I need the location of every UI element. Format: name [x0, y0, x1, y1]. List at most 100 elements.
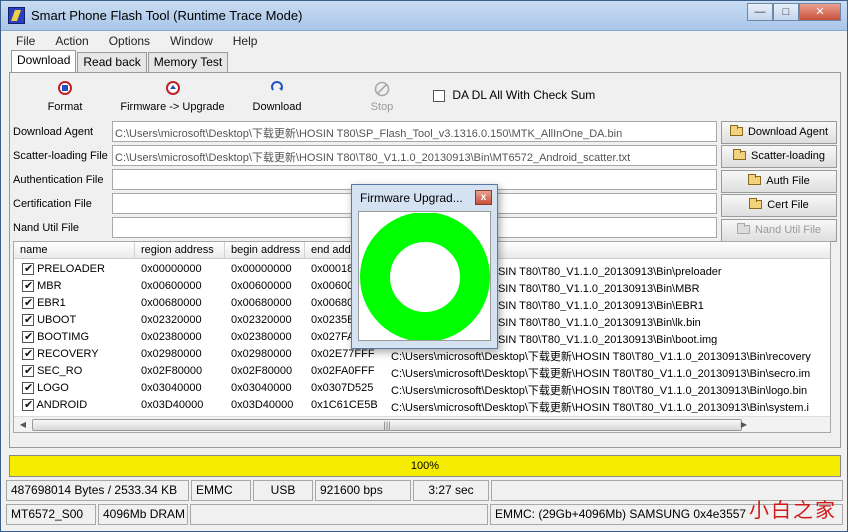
partition-name: UBOOT	[37, 314, 77, 326]
partition-name: ANDROID	[36, 399, 88, 411]
download-agent-button-label: Download Agent	[747, 126, 829, 138]
scroll-right-icon[interactable]: ▶	[736, 418, 752, 432]
partition-name: LOGO	[37, 382, 69, 394]
region-address: 0x02320000	[141, 314, 202, 326]
download-button[interactable]: Download	[248, 81, 306, 113]
table-row[interactable]: LOGO 0x03040000 0x03040000 0x0307D525 C:\Use…	[14, 379, 830, 396]
cert-file-label: Certification File	[13, 198, 92, 210]
col-name[interactable]: name	[14, 242, 135, 259]
scroll-thumb[interactable]: |||	[32, 419, 742, 431]
stop-icon	[362, 81, 402, 97]
stop-button[interactable]: Stop	[362, 81, 402, 113]
tab-read-back[interactable]: Read back	[77, 52, 147, 72]
begin-address: 0x03040000	[231, 382, 292, 394]
file-location: C:\Users\microsoft\Desktop\下载更新\HOSIN T8…	[391, 368, 811, 379]
row-name-cell: EBR1	[18, 294, 135, 311]
begin-address: 0x00680000	[231, 297, 292, 309]
format-button[interactable]: Format	[40, 81, 90, 113]
progress-ring-arc	[360, 213, 490, 340]
status-time: 3:27 sec	[413, 480, 489, 501]
row-checkbox[interactable]	[22, 279, 34, 293]
row-name-cell: UBOOT	[18, 311, 135, 328]
menu-help[interactable]: Help	[219, 32, 264, 50]
region-address: 0x02F80000	[141, 365, 203, 377]
col-region-address[interactable]: region address	[135, 242, 225, 259]
begin-address: 0x00000000	[231, 263, 292, 275]
scatter-loading-button[interactable]: Scatter-loading	[721, 145, 837, 168]
menu-action[interactable]: Action	[41, 32, 94, 50]
row-name-cell: LOGO	[18, 379, 135, 396]
scatter-file-label: Scatter-loading File	[13, 150, 108, 162]
download-agent-button[interactable]: Download Agent	[721, 121, 837, 144]
firmware-upgrade-dialog: Firmware Upgrad... x	[351, 184, 498, 349]
menu-options[interactable]: Options	[95, 32, 156, 50]
checksum-option[interactable]: DA DL All With Check Sum	[433, 88, 595, 102]
row-checkbox[interactable]	[22, 262, 34, 276]
table-row[interactable]: SEC_RO 0x02F80000 0x02F80000 0x02FA0FFF C:\U…	[14, 362, 830, 379]
folder-icon	[733, 149, 746, 160]
region-address: 0x03D40000	[141, 399, 204, 411]
scroll-left-icon[interactable]: ◀	[15, 418, 31, 432]
begin-address: 0x03D40000	[231, 399, 294, 411]
row-name-cell: SEC_RO	[18, 362, 135, 379]
partition-name: PRELOADER	[37, 263, 105, 275]
auth-file-button[interactable]: Auth File	[721, 170, 837, 193]
dialog-close-button[interactable]: x	[475, 190, 492, 205]
download-label: Download	[252, 101, 302, 113]
close-button[interactable]: ✕	[799, 3, 841, 21]
tab-memory-test[interactable]: Memory Test	[147, 52, 229, 72]
watermark: 小白之家	[749, 498, 837, 522]
partition-name: MBR	[37, 280, 62, 292]
checksum-checkbox[interactable]	[433, 89, 445, 102]
status-bar-2: MT6572_S00 4096Mb DRAM EMMC: (29Gb+4096M…	[6, 504, 844, 526]
region-address: 0x00680000	[141, 297, 202, 309]
region-address: 0x02980000	[141, 348, 202, 360]
status-storage: EMMC	[191, 480, 251, 501]
window-controls: — □ ✕	[747, 3, 841, 21]
row-name-cell: RECOVERY	[18, 345, 135, 362]
row-checkbox[interactable]	[22, 364, 34, 378]
minimize-button[interactable]: —	[747, 3, 773, 21]
row-checkbox[interactable]	[22, 313, 34, 327]
tab-download[interactable]: Download	[11, 50, 77, 72]
status-empty-2	[190, 504, 488, 525]
end-address: 0x1C61CE5B	[311, 399, 378, 411]
row-name-cell: ANDROID	[18, 396, 135, 413]
menu-window[interactable]: Window	[156, 32, 219, 50]
row-checkbox[interactable]	[22, 347, 34, 361]
firmware-upgrade-button[interactable]: Firmware -> Upgrade	[115, 81, 230, 113]
maximize-button[interactable]: □	[773, 3, 799, 21]
status-dram: 4096Mb DRAM	[98, 504, 188, 525]
partition-name: SEC_RO	[37, 365, 83, 377]
nand-util-button[interactable]: Nand Util File	[721, 219, 837, 242]
row-checkbox[interactable]	[22, 330, 34, 344]
folder-icon	[749, 198, 763, 209]
tab-strip: Download Read back Memory Test	[11, 50, 229, 72]
checksum-label: DA DL All With Check Sum	[452, 88, 596, 102]
window-title: Smart Phone Flash Tool (Runtime Trace Mo…	[31, 8, 303, 23]
menu-file[interactable]: File	[2, 32, 41, 50]
download-agent-field[interactable]: C:\Users\microsoft\Desktop\下载更新\HOSIN T8…	[112, 121, 717, 142]
row-name-cell: MBR	[18, 277, 135, 294]
region-address: 0x00600000	[141, 280, 202, 292]
menu-bar: File Action Options Window Help	[2, 32, 847, 50]
folder-icon	[736, 223, 750, 234]
scatter-file-field[interactable]: C:\Users\microsoft\Desktop\下载更新\HOSIN T8…	[112, 145, 717, 166]
stop-label: Stop	[370, 101, 394, 113]
partition-name: RECOVERY	[37, 348, 99, 360]
table-row[interactable]: ANDROID 0x03D40000 0x03D40000 0x1C61CE5B C:\…	[14, 396, 830, 413]
region-address: 0x03040000	[141, 382, 202, 394]
nand-util-label: Nand Util File	[13, 222, 80, 234]
download-agent-label: Download Agent	[13, 126, 94, 138]
progress-bar: 100%	[9, 455, 841, 477]
horizontal-scrollbar[interactable]: ◀ ||| ▶	[14, 416, 830, 432]
folder-icon	[748, 174, 762, 185]
row-checkbox[interactable]	[22, 398, 34, 412]
cert-file-button[interactable]: Cert File	[721, 194, 837, 217]
app-icon	[8, 7, 25, 24]
region-address: 0x02380000	[141, 331, 202, 343]
row-checkbox[interactable]	[22, 381, 34, 395]
status-port: USB	[253, 480, 313, 501]
row-checkbox[interactable]	[22, 296, 34, 310]
col-begin-address[interactable]: begin address	[225, 242, 305, 259]
